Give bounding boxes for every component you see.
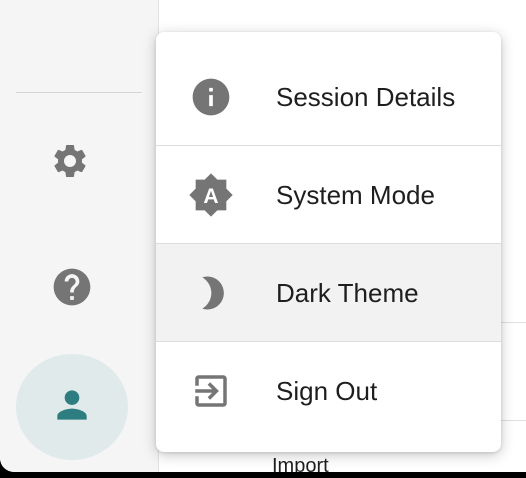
sidebar [0,0,159,472]
moon-icon [188,270,234,316]
menu-item-label: Dark Theme [276,277,419,308]
gear-icon[interactable] [50,141,90,181]
brightness-auto-icon: A [188,172,234,218]
help-icon[interactable] [50,265,94,309]
menu-item-label: Session Details [276,81,456,112]
sidebar-divider [16,92,142,93]
svg-text:A: A [203,185,218,208]
info-icon [188,74,234,120]
menu-item-system-mode[interactable]: A System Mode [156,145,501,244]
menu-item-session-details[interactable]: Session Details [156,48,501,146]
import-label[interactable]: Import [272,455,329,472]
menu-item-sign-out[interactable]: Sign Out [156,341,501,440]
logout-icon [188,368,234,414]
menu-item-label: System Mode [276,179,435,210]
account-button[interactable] [16,354,128,460]
account-menu: Session Details A System Mode Dark Theme… [156,32,501,452]
person-icon [50,383,94,432]
menu-item-label: Sign Out [276,375,378,406]
menu-item-dark-theme[interactable]: Dark Theme [156,243,501,342]
